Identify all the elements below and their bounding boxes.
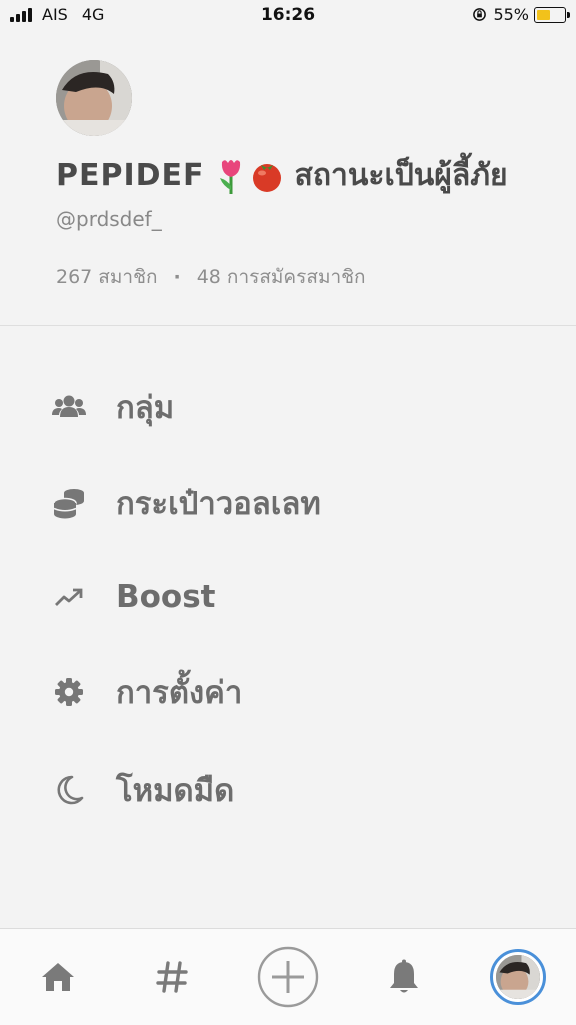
status-right: 55%	[472, 5, 570, 24]
tab-create[interactable]	[256, 929, 320, 1025]
menu-item-boost[interactable]: Boost	[0, 562, 576, 632]
menu-item-groups[interactable]: กลุ่ม	[0, 372, 576, 442]
moon-icon	[52, 773, 86, 807]
users-icon	[52, 390, 86, 424]
profile-avatar[interactable]	[56, 60, 132, 136]
section-divider	[0, 325, 576, 326]
status-bar: AIS 4G 16:26 55%	[0, 0, 576, 30]
username-handle: @prdsdef_	[56, 207, 162, 231]
menu-item-settings[interactable]: การตั้งค่า	[0, 657, 576, 727]
menu-label-groups: กลุ่ม	[116, 390, 175, 426]
display-name-thai: สถานะเป็นผู้ลี้ภัย	[294, 158, 508, 193]
menu-item-wallet[interactable]: กระเป๋าวอลเลท	[0, 468, 576, 538]
bell-icon	[390, 959, 418, 993]
rotation-lock-icon	[473, 8, 487, 21]
tab-notifications[interactable]	[376, 929, 432, 1025]
display-name: PEPIDEF สถานะเป็นผู้ลี้ภัย	[56, 152, 508, 199]
display-name-latin: PEPIDEF	[56, 158, 205, 193]
tulip-icon	[219, 159, 240, 194]
coins-icon	[52, 486, 86, 520]
tab-hashtag[interactable]	[144, 929, 200, 1025]
menu-label-settings: การตั้งค่า	[116, 675, 243, 711]
menu-label-wallet: กระเป๋าวอลเลท	[116, 486, 321, 522]
tomato-icon	[252, 163, 281, 192]
profile-avatar-small	[490, 949, 546, 1005]
menu-item-dark-mode[interactable]: โหมดมืด	[0, 755, 576, 825]
trending-up-icon	[52, 580, 86, 614]
subscriptions-count[interactable]: 48 การสมัครสมาชิก	[197, 262, 366, 292]
tab-home[interactable]	[30, 929, 86, 1025]
home-icon	[42, 963, 74, 991]
gear-icon	[52, 675, 86, 709]
profile-stats: 267 สมาชิก · 48 การสมัครสมาชิก	[56, 262, 366, 292]
battery-percent: 55%	[493, 5, 529, 24]
stats-separator: ·	[173, 266, 181, 288]
battery-icon	[534, 6, 570, 23]
menu-label-boost: Boost	[116, 579, 216, 615]
hashtag-icon	[156, 961, 188, 993]
plus-circle-icon	[257, 946, 319, 1008]
avatar-photo	[56, 60, 132, 136]
tab-profile[interactable]	[488, 929, 548, 1025]
members-count[interactable]: 267 สมาชิก	[56, 262, 158, 292]
menu-label-dark-mode: โหมดมืด	[116, 773, 235, 809]
bottom-tab-bar	[0, 928, 576, 1025]
